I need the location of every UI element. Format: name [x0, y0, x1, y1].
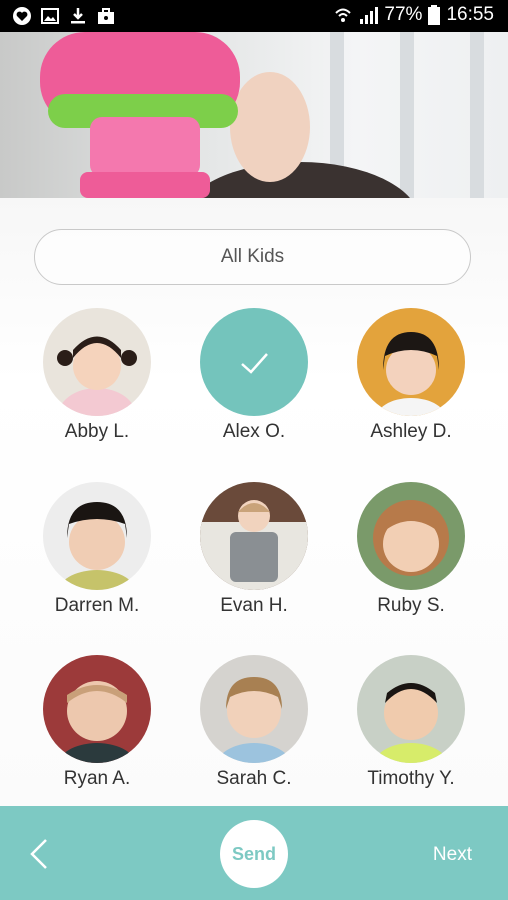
- battery-icon: [428, 5, 441, 25]
- status-bar: 77% 16:55: [0, 0, 508, 32]
- clock: 16:55: [446, 4, 494, 25]
- kid-item[interactable]: Ryan A.: [22, 655, 172, 790]
- battery-percent: 77%: [384, 4, 423, 25]
- header-photo: [0, 32, 508, 198]
- bottom-action-bar: Send Next: [0, 806, 508, 900]
- kid-name: Alex O.: [222, 421, 286, 442]
- kid-item[interactable]: Darren M.: [22, 482, 172, 617]
- wifi-icon: [335, 8, 352, 22]
- kid-name: Ashley D.: [370, 421, 452, 442]
- kid-name: Darren M.: [54, 595, 140, 616]
- kid-avatar: [357, 308, 465, 416]
- heart-chat-icon: [13, 7, 31, 25]
- image-icon: [41, 8, 59, 24]
- kid-name: Ryan A.: [63, 768, 131, 789]
- kid-item[interactable]: Abby L.: [22, 308, 172, 443]
- kid-item[interactable]: Ashley D.: [336, 308, 486, 443]
- send-label: Send: [231, 843, 276, 864]
- briefcase-icon: [98, 8, 114, 24]
- kid-avatar: [357, 655, 465, 763]
- kid-name: Abby L.: [64, 421, 130, 442]
- kid-name: Ruby S.: [377, 595, 445, 616]
- signal-icon: [360, 7, 379, 24]
- kid-name: Timothy Y.: [367, 768, 455, 789]
- send-button[interactable]: Send: [220, 820, 288, 888]
- kid-avatar: [43, 655, 151, 763]
- kid-filter-dropdown[interactable]: All Kids: [34, 229, 471, 285]
- download-icon: [71, 8, 85, 24]
- kid-avatar: [43, 482, 151, 590]
- filter-label: All Kids: [220, 246, 285, 267]
- kid-avatar: [200, 655, 308, 763]
- kid-item[interactable]: Ruby S.: [336, 482, 486, 617]
- kid-item[interactable]: Timothy Y.: [336, 655, 486, 790]
- kid-item[interactable]: Alex O.: [179, 308, 329, 443]
- kid-item[interactable]: Evan H.: [179, 482, 329, 617]
- kid-item[interactable]: Sarah C.: [179, 655, 329, 790]
- next-button[interactable]: Next: [433, 844, 472, 866]
- back-chevron-icon[interactable]: [26, 838, 56, 870]
- kid-name: Evan H.: [220, 595, 288, 616]
- checkmark-icon: [241, 353, 268, 374]
- kid-avatar: [43, 308, 151, 416]
- kid-name: Sarah C.: [216, 768, 292, 789]
- kid-avatar-selected: [200, 308, 308, 416]
- kid-avatar: [357, 482, 465, 590]
- kid-avatar: [200, 482, 308, 590]
